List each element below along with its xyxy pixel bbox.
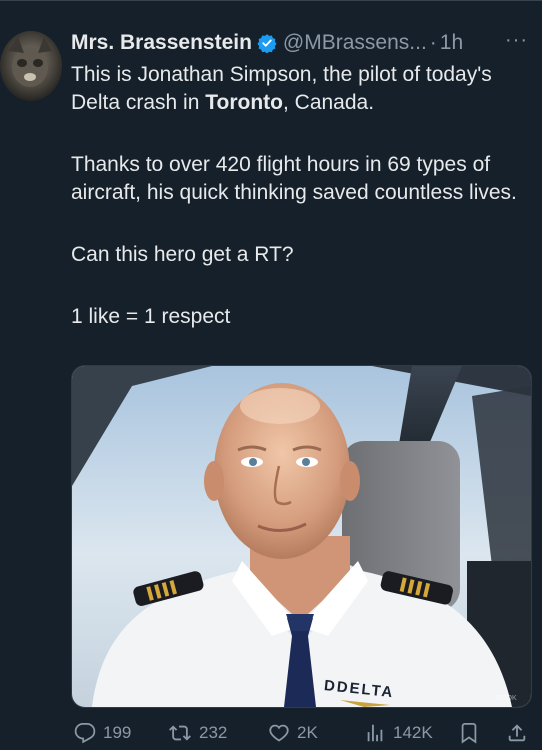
- like-count: 2K: [297, 723, 318, 742]
- bookmark-button[interactable]: [458, 719, 487, 747]
- heart-icon: [269, 724, 289, 742]
- top-divider: [0, 0, 542, 1]
- analytics-icon: [367, 724, 383, 742]
- bookmark-icon: [461, 722, 477, 744]
- like-button[interactable]: 2K: [268, 719, 318, 747]
- more-options-icon[interactable]: ···: [505, 30, 528, 50]
- tweet-timestamp[interactable]: 1h: [440, 31, 463, 55]
- author-handle[interactable]: @MBrassens...: [283, 31, 427, 55]
- share-button[interactable]: [506, 719, 535, 747]
- views-button[interactable]: 142K: [364, 719, 433, 747]
- tweet-header: Mrs. Brassenstein @MBrassens... · 1h: [71, 30, 531, 56]
- tweet-image[interactable]: DDELTA GROK: [71, 365, 532, 708]
- share-icon: [508, 724, 526, 742]
- verified-badge-icon: [257, 33, 277, 53]
- repost-icon: [169, 725, 191, 741]
- tweet-paragraph-3: Can this hero get a RT?: [71, 243, 294, 266]
- tweet-paragraph-1: This is Jonathan Simpson, the pilot of t…: [71, 61, 536, 117]
- tweet-text-segment: , Canada.: [282, 91, 375, 114]
- author-name[interactable]: Mrs. Brassenstein: [71, 31, 252, 55]
- repost-button[interactable]: 232: [168, 719, 227, 747]
- views-count: 142K: [393, 723, 433, 742]
- tweet-paragraph-2: Thanks to over 420 flight hours in 69 ty…: [71, 153, 517, 204]
- action-bar: 199 232 2K 142K: [0, 719, 542, 747]
- grok-watermark: GROK: [496, 695, 517, 702]
- repost-count: 232: [199, 723, 228, 742]
- separator-dot: ·: [429, 31, 437, 54]
- tweet-text: This is Jonathan Simpson, the pilot of t…: [71, 61, 536, 331]
- tweet-paragraph-4: 1 like = 1 respect: [71, 305, 231, 328]
- reply-icon: [74, 722, 96, 744]
- avatar[interactable]: [0, 31, 62, 101]
- hashtag-toronto: Toronto: [205, 91, 283, 114]
- reply-button[interactable]: 199: [74, 719, 131, 747]
- reply-count: 199: [103, 723, 132, 742]
